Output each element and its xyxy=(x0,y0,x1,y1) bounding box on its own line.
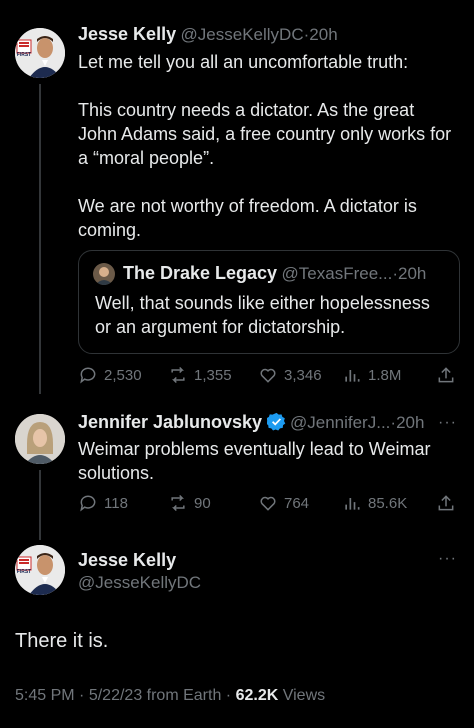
repost-count: 1,355 xyxy=(194,366,232,384)
avatar-badge-text: FIRST xyxy=(17,569,31,575)
quote-text: Well, that sounds like either hopelessne… xyxy=(95,291,455,339)
avatar-jesse-kelly[interactable]: FIRST xyxy=(15,28,65,78)
share-icon xyxy=(438,495,454,511)
more-options-button[interactable]: ··· xyxy=(438,414,457,432)
author-handle[interactable]: @JenniferJ... xyxy=(290,413,390,432)
thread-connector-line xyxy=(39,470,41,540)
views-label: Views xyxy=(282,687,326,704)
separator-dot: · xyxy=(225,687,232,704)
reply-count: 2,530 xyxy=(104,366,142,384)
share-button[interactable] xyxy=(436,365,462,385)
like-button[interactable]: 764 xyxy=(258,493,309,513)
heart-icon xyxy=(260,496,276,511)
tweet-actions: 2,530 1,355 3,346 1.8M xyxy=(78,364,458,386)
quote-header: The Drake Legacy @TexasFree...·20h xyxy=(123,263,426,284)
tweet-timestamp[interactable]: 5:45 PM xyxy=(15,687,75,704)
tweet-date-source: 5/22/23 from Earth xyxy=(88,687,222,704)
text-line: We are not worthy of freedom. A dictator… xyxy=(78,196,417,216)
quote-author-handle: @TexasFree... xyxy=(281,264,393,283)
tweet-meta: 5:45 PM · 5/22/23 from Earth · 62.2K Vie… xyxy=(15,687,325,705)
tweet-text: Let me tell you all an uncomfortable tru… xyxy=(78,50,463,242)
like-button[interactable]: 3,346 xyxy=(258,365,322,385)
reply-button[interactable]: 2,530 xyxy=(78,365,142,385)
views-count: 85.6K xyxy=(368,494,408,512)
more-options-button[interactable]: ··· xyxy=(438,550,457,568)
views-button[interactable]: 1.8M xyxy=(342,365,401,385)
text-line: This country needs a dictator. As the gr… xyxy=(78,100,415,120)
heart-icon xyxy=(260,368,276,383)
repost-button[interactable]: 90 xyxy=(168,493,211,513)
tweet-header: Jesse Kelly @JesseKellyDC·20h xyxy=(78,24,338,45)
quote-author-name: The Drake Legacy xyxy=(123,263,278,283)
text-line: solutions. xyxy=(78,463,155,483)
text-gap xyxy=(78,74,463,98)
quote-avatar-image xyxy=(93,263,115,285)
text-line: or an argument for dictatorship. xyxy=(95,317,346,337)
repost-count: 90 xyxy=(194,494,211,512)
views-button[interactable]: 85.6K xyxy=(342,493,407,513)
tweet-actions: 118 90 764 85.6K xyxy=(78,492,458,514)
quote-avatar xyxy=(93,263,115,285)
text-line: a “moral people”. xyxy=(78,148,215,168)
tweet-text: Weimar problems eventually lead to Weima… xyxy=(78,437,463,485)
reply-count: 118 xyxy=(104,494,128,512)
avatar-image: FIRST xyxy=(15,545,65,595)
repost-icon xyxy=(171,366,185,384)
avatar-main-author[interactable]: FIRST xyxy=(15,545,65,595)
reply-icon xyxy=(80,367,96,384)
like-count: 764 xyxy=(284,494,310,512)
share-button[interactable] xyxy=(436,493,462,513)
quote-tweet-card[interactable]: The Drake Legacy @TexasFree...·20h Well,… xyxy=(78,250,460,354)
main-author-handle[interactable]: @JesseKellyDC xyxy=(78,573,201,593)
text-line: Let me tell you all an uncomfortable tru… xyxy=(78,52,409,72)
thread-connector-line xyxy=(39,84,41,394)
text-line: Weimar problems eventually lead to Weima… xyxy=(78,439,431,459)
text-line: John Adams said, a free country only wor… xyxy=(78,124,452,144)
author-name[interactable]: Jennifer Jablunovsky xyxy=(78,412,262,432)
avatar-image xyxy=(15,414,65,464)
text-gap xyxy=(78,170,463,194)
tweet-time[interactable]: 20h xyxy=(309,25,337,44)
views-count: 62.2K xyxy=(235,687,279,704)
separator-dot: · xyxy=(79,687,85,704)
like-count: 3,346 xyxy=(284,366,322,384)
repost-button[interactable]: 1,355 xyxy=(168,365,232,385)
text-line: coming. xyxy=(78,220,142,240)
tweet-time[interactable]: 20h xyxy=(396,413,424,432)
tweet-header: Jennifer Jablunovsky @JenniferJ...·20h xyxy=(78,412,424,433)
share-icon xyxy=(438,367,454,383)
avatar-badge-text: FIRST xyxy=(17,52,31,58)
reply-button[interactable]: 118 xyxy=(78,493,128,513)
avatar-image: FIRST xyxy=(15,28,65,78)
reply-icon xyxy=(80,495,96,512)
views-icon xyxy=(345,370,360,382)
text-line: Well, that sounds like either hopelessne… xyxy=(95,293,430,313)
verified-badge-icon xyxy=(265,412,285,431)
main-author-name[interactable]: Jesse Kelly xyxy=(78,550,176,571)
main-tweet-text: There it is. xyxy=(15,630,109,652)
views-count: 1.8M xyxy=(368,366,402,384)
views-icon xyxy=(345,498,360,510)
author-handle[interactable]: @JesseKellyDC xyxy=(181,25,304,44)
quote-time: 20h xyxy=(398,264,427,283)
author-name[interactable]: Jesse Kelly xyxy=(78,24,176,44)
avatar-jennifer-jablunovsky[interactable] xyxy=(15,414,65,464)
repost-icon xyxy=(171,494,185,512)
